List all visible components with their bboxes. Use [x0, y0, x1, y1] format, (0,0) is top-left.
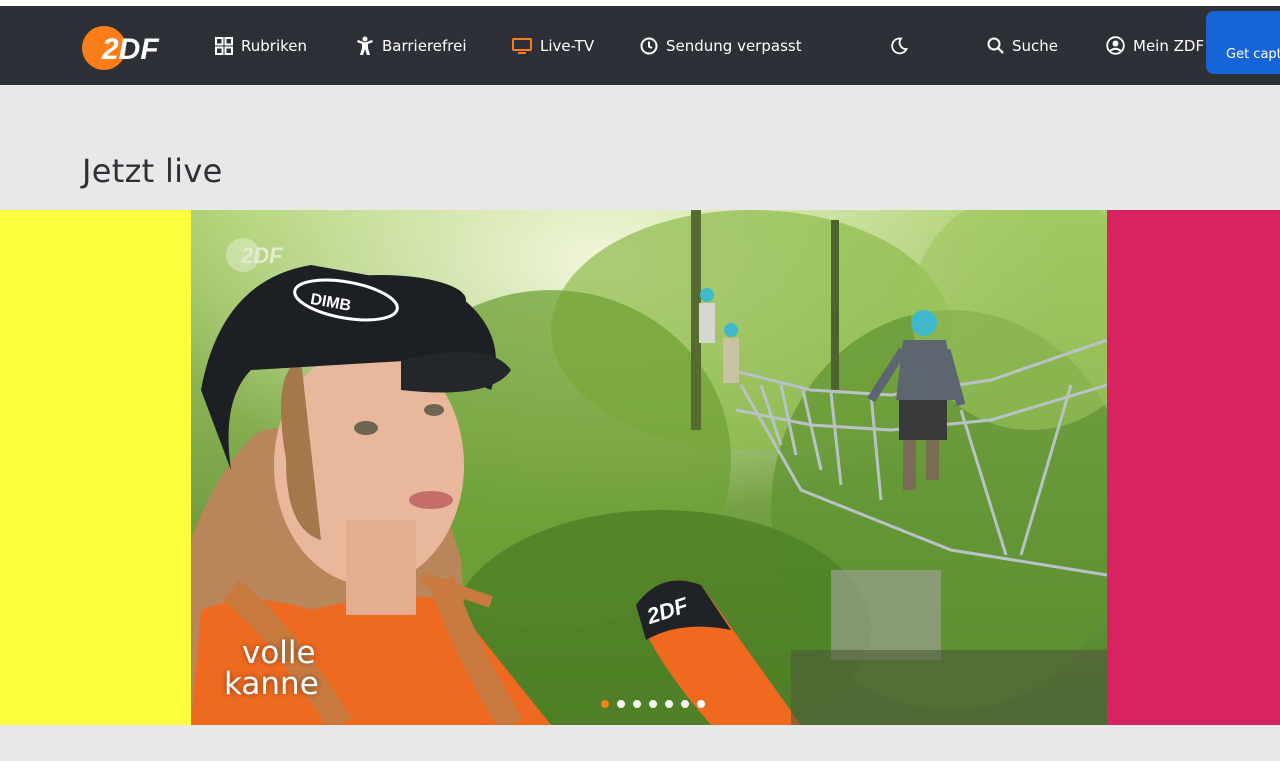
carousel-pagination — [601, 700, 705, 708]
account-button[interactable]: Mein ZDF — [1106, 6, 1204, 85]
zdf-watermark: 2DF — [226, 238, 283, 272]
carousel-dot-4[interactable] — [649, 700, 657, 708]
zdf-logo[interactable]: 2DF — [82, 21, 166, 71]
get-extension-button[interactable]: Get capt — [1206, 11, 1280, 74]
user-icon — [1106, 36, 1125, 55]
moon-icon — [891, 37, 908, 54]
grid-icon — [215, 36, 233, 55]
nav-live-tv-label: Live-TV — [540, 36, 595, 55]
nav-sendung-verpasst[interactable]: Sendung verpasst — [640, 6, 802, 85]
section-title: Jetzt live — [82, 152, 223, 190]
nav-barrierefrei-label: Barrierefrei — [382, 36, 467, 55]
show-logo: volle kanne — [224, 638, 319, 700]
carousel-dot-3[interactable] — [633, 700, 641, 708]
accessibility-icon — [357, 36, 373, 55]
carousel-dot-1[interactable] — [601, 700, 609, 708]
live-stage-video[interactable]: 2DF DIMB 2DF volle kanne — [191, 210, 1107, 725]
nav-live-tv[interactable]: Live-TV — [512, 6, 594, 85]
nav-rubriken[interactable]: Rubriken — [215, 6, 307, 85]
carousel-dot-5[interactable] — [665, 700, 673, 708]
nav-rubriken-label: Rubriken — [241, 36, 307, 55]
site-header: 2DF Rubriken Barrierefrei Live-TV Sendun… — [0, 6, 1280, 85]
search-icon — [987, 37, 1004, 54]
nav-sendung-verpasst-label: Sendung verpasst — [666, 36, 802, 55]
carousel-dot-6[interactable] — [681, 700, 689, 708]
next-slide-teaser[interactable] — [1107, 210, 1280, 725]
show-logo-line2: kanne — [224, 666, 319, 702]
svg-text:2DF: 2DF — [240, 243, 283, 268]
account-label: Mein ZDF — [1133, 36, 1205, 55]
nav-barrierefrei[interactable]: Barrierefrei — [356, 6, 467, 85]
video-frame: 2DF DIMB 2DF — [191, 210, 1107, 725]
carousel-dot-2[interactable] — [617, 700, 625, 708]
search-label: Suche — [1012, 36, 1059, 55]
carousel-dot-7[interactable] — [697, 700, 705, 708]
clock-icon — [640, 37, 658, 54]
previous-slide-teaser[interactable] — [0, 210, 191, 725]
dark-mode-toggle[interactable] — [890, 6, 908, 85]
svg-text:2DF: 2DF — [101, 33, 159, 66]
tv-icon — [512, 37, 532, 54]
show-logo-line1: volle — [242, 635, 316, 671]
search-button[interactable]: Suche — [987, 6, 1058, 85]
